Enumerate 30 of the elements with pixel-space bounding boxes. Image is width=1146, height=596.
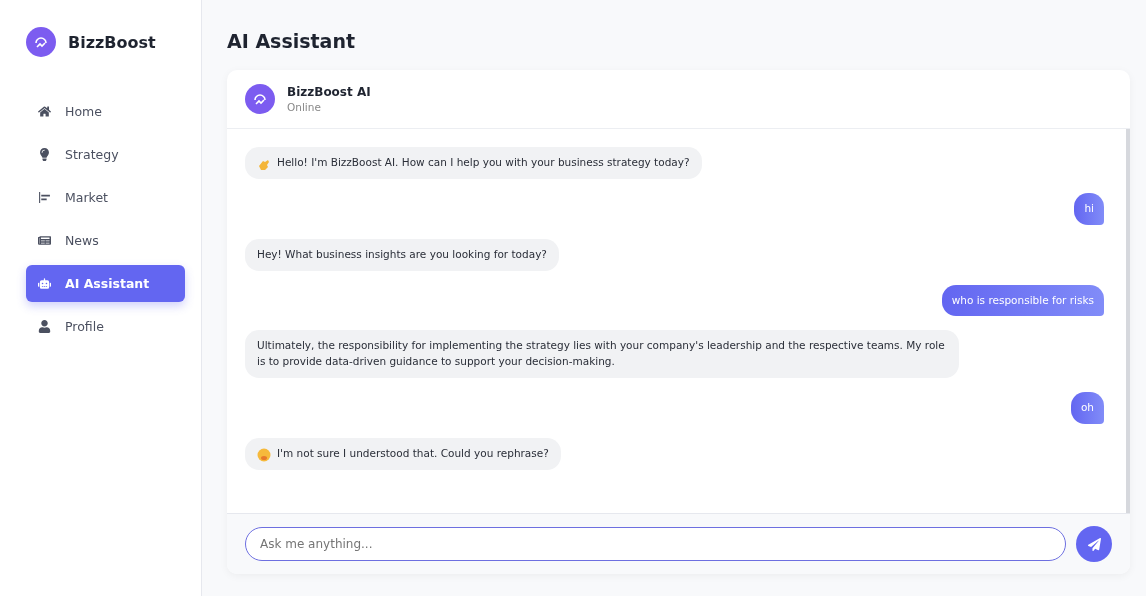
newspaper-icon bbox=[38, 234, 51, 247]
send-icon bbox=[1087, 537, 1101, 551]
assistant-name: BizzBoost AI bbox=[287, 85, 371, 99]
user-message: who is responsible for risks bbox=[941, 284, 1104, 317]
bot-message: Hey! What business insights are you looking for today? bbox=[245, 238, 559, 271]
robot-icon bbox=[38, 277, 51, 290]
brand-name: BizzBoost bbox=[68, 32, 156, 52]
assistant-status: Online bbox=[287, 101, 322, 113]
bot-message: Hello! I'm BizzBoost AI. How can I help you with your business strategy today? bbox=[245, 147, 702, 179]
user-message: hi bbox=[1074, 193, 1104, 225]
nav-item[interactable]: Profile bbox=[26, 308, 185, 345]
nav-item[interactable]: News bbox=[26, 222, 185, 259]
message-input[interactable]: Ask me anything... bbox=[245, 527, 1066, 561]
bot-message: I'm not sure I understood that. Could you rephrase? bbox=[245, 437, 561, 470]
nav-item[interactable]: Home bbox=[26, 93, 185, 130]
logo-icon bbox=[245, 84, 275, 114]
emoji-face-icon bbox=[257, 447, 271, 462]
logo-icon bbox=[26, 27, 56, 57]
home-icon bbox=[38, 105, 51, 118]
user-message: oh bbox=[1070, 391, 1104, 424]
send-button[interactable] bbox=[1076, 526, 1112, 562]
nav-item[interactable]: Market bbox=[26, 179, 185, 216]
nav-item[interactable]: AI Assistant bbox=[26, 265, 185, 302]
bar-chart-icon bbox=[38, 191, 51, 204]
user-icon bbox=[38, 320, 51, 333]
waving-hand-icon bbox=[257, 157, 271, 171]
nav-item[interactable]: Strategy bbox=[26, 136, 185, 173]
bot-message: Ultimately, the responsibility for implementing the strategy lies with your company's leadership and the respective teams. My role is to provide data-driven guidance to support your decision-making. bbox=[245, 330, 959, 378]
lightbulb-icon bbox=[38, 148, 51, 161]
page-title: AI Assistant bbox=[227, 30, 357, 52]
